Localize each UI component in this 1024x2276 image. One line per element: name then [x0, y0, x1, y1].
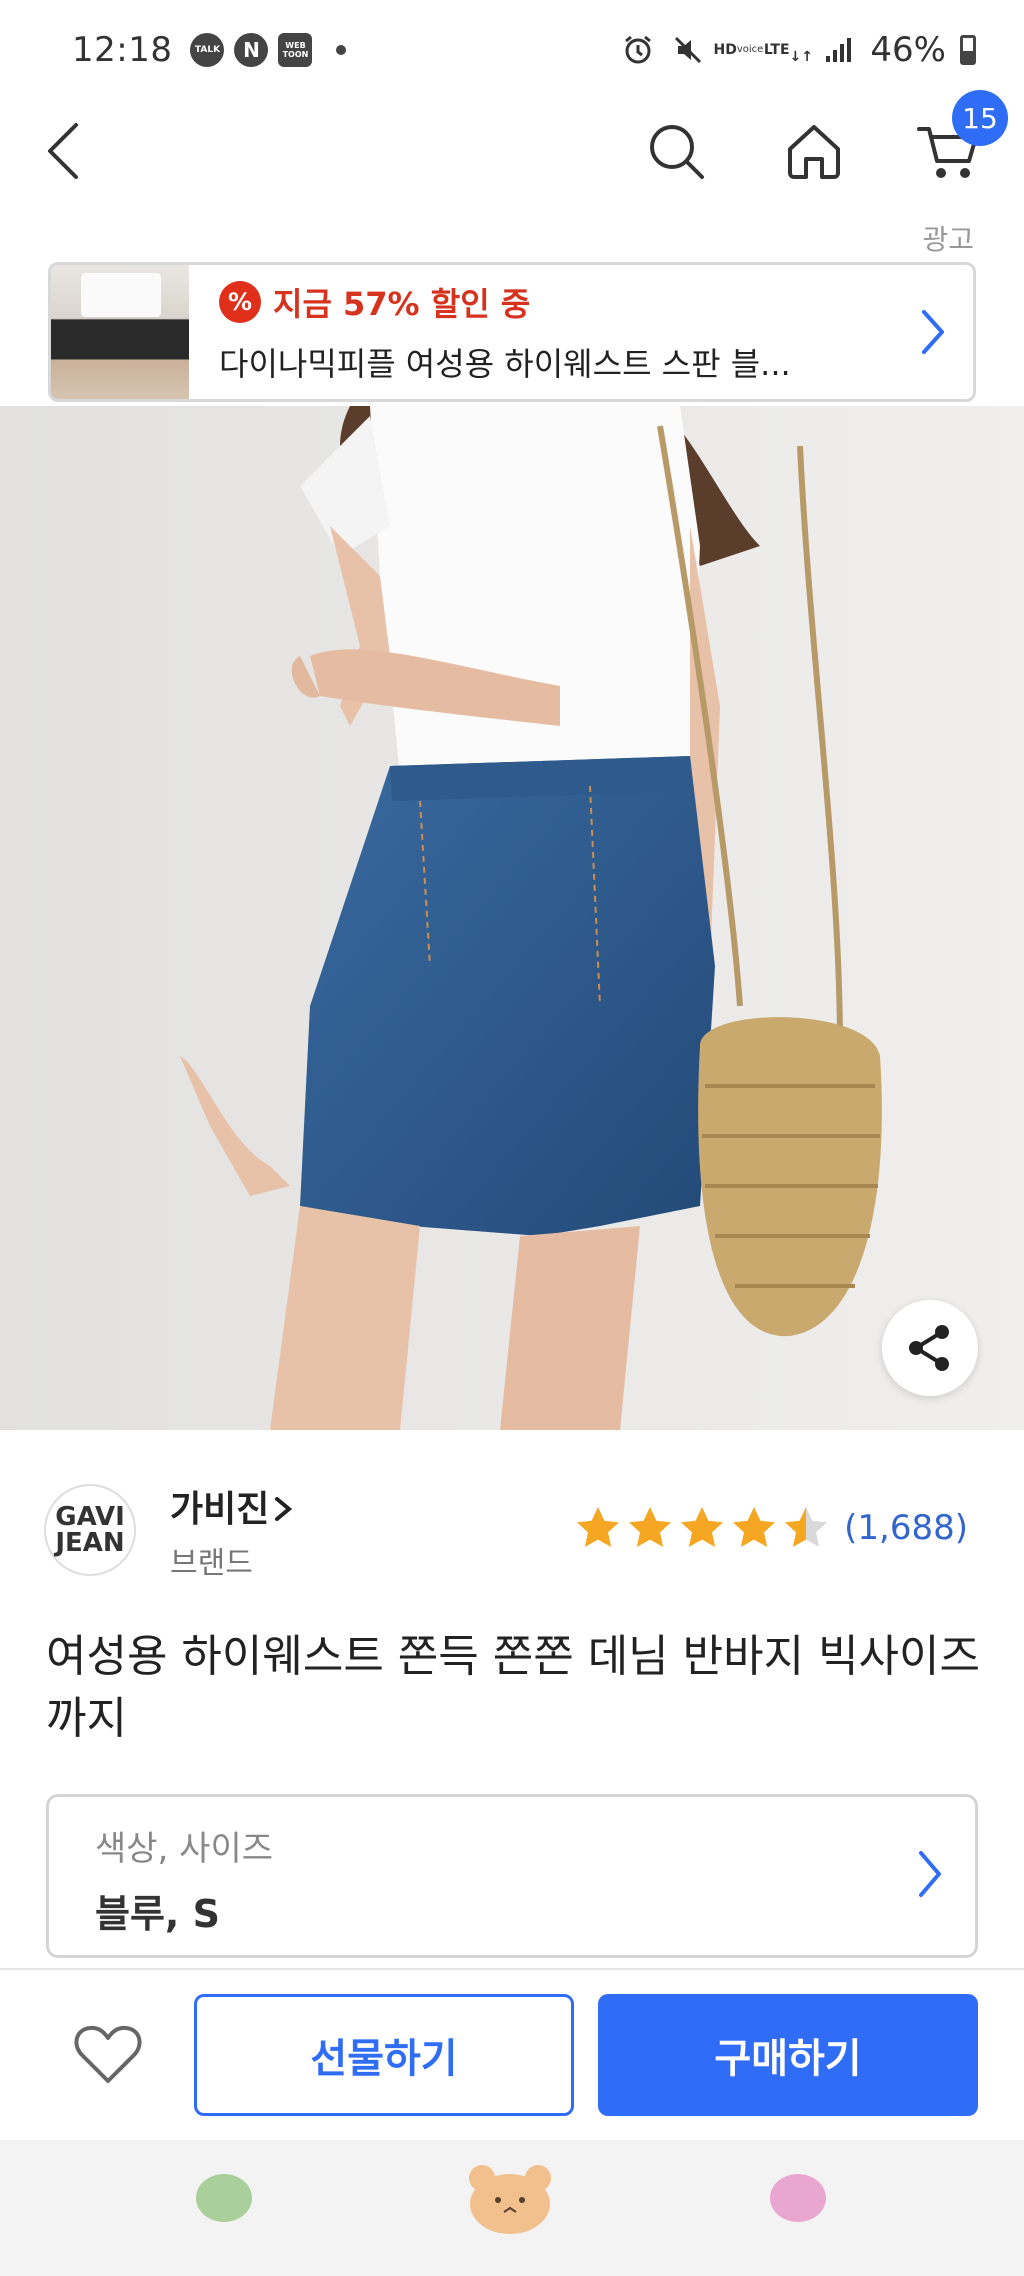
ad-discount-line: % 지금 57% 할인 중: [219, 279, 893, 325]
battery-percent: 46%: [870, 30, 946, 70]
brand-link[interactable]: 가비진: [170, 1480, 293, 1532]
hd-voice-icon: HD voice: [714, 32, 764, 68]
heart-icon: [74, 2025, 142, 2083]
green-bean-icon: [196, 2174, 252, 2222]
more-notifications-dot: [336, 45, 347, 55]
star-full-icon: [577, 1507, 620, 1547]
star-full-icon: [733, 1507, 776, 1547]
share-button[interactable]: [882, 1300, 978, 1396]
wishlist-button[interactable]: [60, 2010, 156, 2100]
pink-bean-icon: [770, 2174, 826, 2222]
brand-logo-line2: JEAN: [55, 1528, 125, 1558]
voice-label: voice: [736, 44, 764, 55]
brand-name: 가비진: [170, 1489, 270, 1530]
brand-logo-line1: GAVI: [55, 1502, 125, 1532]
buy-button[interactable]: 구매하기: [598, 1994, 978, 2116]
battery-icon: [960, 35, 976, 65]
review-count: (1,688): [844, 1508, 968, 1548]
star-full-icon: [681, 1507, 724, 1547]
product-title: 여성용 하이웨스트 쫀득 쫀쫀 데님 반바지 빅사이즈까지: [46, 1631, 980, 1744]
ad-thumbnail: [51, 265, 189, 399]
talk-icon: TALK: [190, 33, 225, 67]
option-selector[interactable]: 색상, 사이즈 블루, S: [46, 1794, 978, 1958]
alarm-icon: [620, 32, 656, 68]
ad-banner[interactable]: % 지금 57% 할인 중 다이나믹피플 여성용 하이웨스트 스판 블...: [48, 262, 976, 402]
home-button[interactable]: [778, 115, 850, 187]
lte-label: LTE: [763, 42, 790, 58]
status-time: 12:18: [72, 30, 173, 70]
home-icon: [788, 125, 840, 179]
webtoon-icon: WEB TOON: [278, 33, 313, 67]
chevron-left-icon: [48, 123, 78, 179]
ad-discount-text: 지금 57% 할인 중: [273, 285, 531, 323]
search-button[interactable]: [640, 115, 712, 187]
signal-icon: [820, 32, 856, 68]
status-bar: 12:18 TALK N WEB TOON HD voice LTE ↓↑ 46%: [0, 0, 1024, 100]
hd-label: HD: [713, 42, 737, 58]
chevron-right-small-icon: [275, 1497, 293, 1521]
mute-icon: [670, 32, 706, 68]
divider: [0, 1968, 1024, 1970]
product-image[interactable]: [0, 406, 1024, 1430]
notification-icons: TALK N WEB TOON: [190, 33, 347, 67]
back-button[interactable]: [28, 115, 100, 187]
system-icons: HD voice LTE ↓↑ 46%: [620, 30, 976, 70]
option-value: 블루, S: [95, 1892, 220, 1936]
chevron-right-icon: [893, 308, 973, 356]
brand-logo[interactable]: GAVI JEAN: [44, 1484, 136, 1576]
percent-icon: %: [219, 281, 261, 323]
ad-product-text: 다이나믹피플 여성용 하이웨스트 스판 블...: [219, 345, 791, 383]
bear-face-icon: [469, 2165, 551, 2234]
naver-icon: N: [234, 33, 269, 67]
star-half-icon: [785, 1507, 828, 1547]
star-full-icon: [629, 1507, 672, 1547]
product-photo: [0, 406, 1024, 1430]
chevron-right-icon: [919, 1851, 941, 1897]
share-icon: [909, 1325, 949, 1371]
ad-label: 광고: [922, 223, 974, 256]
ad-text: % 지금 57% 할인 중 다이나믹피플 여성용 하이웨스트 스판 블...: [189, 279, 893, 385]
lte-icon: LTE ↓↑: [763, 42, 814, 65]
top-nav: [0, 100, 1024, 200]
rating-summary[interactable]: (1,688): [574, 1504, 968, 1552]
gift-button[interactable]: 선물하기: [194, 1994, 574, 2116]
cart-count-badge: 15: [952, 90, 1008, 146]
search-icon: [650, 125, 704, 179]
brand-sub-label: 브랜드: [170, 1546, 253, 1581]
bottom-decoration-bar: [0, 2140, 1024, 2276]
option-label: 색상, 사이즈: [95, 1829, 274, 1869]
